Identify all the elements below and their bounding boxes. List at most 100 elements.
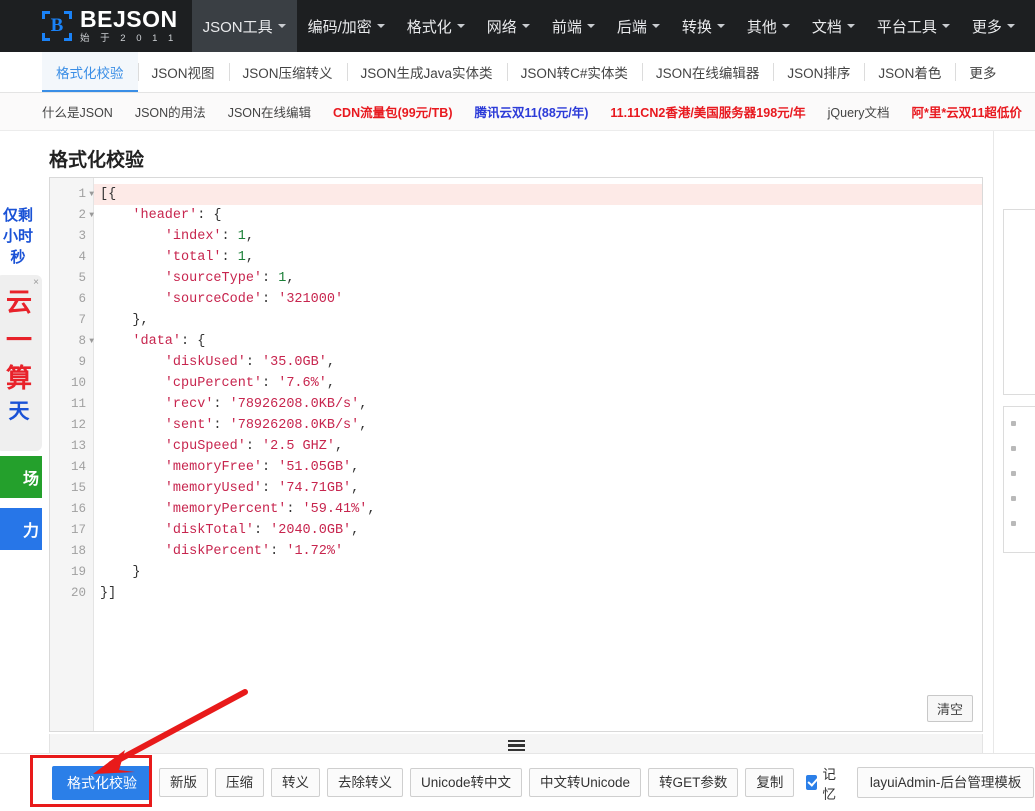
action-button-7[interactable]: 转GET参数 xyxy=(648,767,739,798)
main-menu-item-4[interactable]: 前端 xyxy=(541,0,606,52)
code-line[interactable]: 'header': { xyxy=(94,205,982,226)
main-menu-item-8[interactable]: 文档 xyxy=(801,0,866,52)
main-menu-item-5[interactable]: 后端 xyxy=(606,0,671,52)
promo-link-2[interactable]: JSON在线编辑 xyxy=(228,102,311,121)
tool-tab-7[interactable]: JSON着色 xyxy=(864,52,955,92)
code-line[interactable]: 'data': { xyxy=(94,331,982,352)
code-line[interactable]: 'memoryFree': '51.05GB', xyxy=(94,457,982,478)
tool-tab-label: JSON生成Java实体类 xyxy=(360,66,493,81)
code-line[interactable]: }, xyxy=(94,310,982,331)
action-button-5[interactable]: Unicode转中文 xyxy=(410,767,523,798)
code-line[interactable]: 'cpuSpeed': '2.5 GHZ', xyxy=(94,436,982,457)
tool-tab-1[interactable]: JSON视图 xyxy=(137,52,229,92)
memory-checkbox[interactable]: 记忆 xyxy=(806,763,841,803)
code-token-punc: } xyxy=(132,565,141,580)
tool-tab-2[interactable]: JSON压缩转义 xyxy=(228,52,347,92)
line-number: 16 xyxy=(50,499,93,520)
line-number-text: 2 xyxy=(78,208,86,222)
bejson-logo-icon: B xyxy=(42,11,72,41)
template-promo-button[interactable]: layuiAdmin-后台管理模板 xyxy=(856,766,1035,799)
countdown-ad[interactable]: 仅剩 小时 秒 xyxy=(0,205,42,268)
promo-link-1[interactable]: JSON的用法 xyxy=(135,102,206,121)
main-menu-label: 其他 xyxy=(746,18,777,36)
code-line[interactable]: [{ xyxy=(94,184,982,205)
code-token-punc: , xyxy=(359,397,368,412)
green-ad-banner[interactable]: 场 xyxy=(0,456,42,498)
main-menu-item-9[interactable]: 平台工具 xyxy=(866,0,961,52)
action-button-4[interactable]: 去除转义 xyxy=(327,767,403,798)
code-line[interactable]: 'diskTotal': '2040.0GB', xyxy=(94,520,982,541)
site-logo[interactable]: B BEJSON 始 于 2 0 1 1 xyxy=(0,0,192,52)
code-line[interactable]: 'memoryUsed': '74.71GB', xyxy=(94,478,982,499)
promo-link-5[interactable]: 11.11CN2香港/美国服务器198元/年 xyxy=(610,102,805,121)
code-line[interactable]: 'total': 1, xyxy=(94,247,982,268)
code-token-punc: }, xyxy=(132,313,149,328)
blue-ad-banner[interactable]: 力 xyxy=(0,508,42,550)
tool-tab-8[interactable]: 更多 xyxy=(955,52,1010,92)
main-menu-item-6[interactable]: 转换 xyxy=(671,0,736,52)
line-number-text: 10 xyxy=(70,376,86,390)
tool-tab-5[interactable]: JSON在线编辑器 xyxy=(641,52,774,92)
chevron-down-icon xyxy=(781,24,790,28)
code-line[interactable]: 'sourceType': 1, xyxy=(94,268,982,289)
main-menu: JSON工具 编码/加密 格式化 网络 前端 后端 转换 其他 文档 平台工具 更多 xyxy=(191,0,1026,52)
promo-link-4[interactable]: 腾讯云双11(88元/年) xyxy=(474,102,588,121)
code-token-punc: : xyxy=(286,502,303,517)
code-line[interactable]: } xyxy=(94,562,982,583)
cloud-ad-banner[interactable]: × 云 一 算 天 xyxy=(0,275,42,451)
code-token-punc: : xyxy=(213,397,230,412)
code-line[interactable]: 'diskUsed': '35.0GB', xyxy=(94,352,982,373)
json-editor[interactable]: 1 ▼ 2 ▼ 3 4 5 6 7 8 ▼ 9 10 11 12 13 14 15 16 17 18 19 20 [{ 'h… xyxy=(49,177,983,732)
promo-link-6[interactable]: jQuery文档 xyxy=(828,102,890,121)
code-token-str: '1.72%' xyxy=(286,544,344,559)
promo-link-3[interactable]: CDN流量包(99元/TB) xyxy=(333,102,452,121)
code-line[interactable]: 'sourceCode': '321000' xyxy=(94,289,982,310)
code-line[interactable]: 'index': 1, xyxy=(94,226,982,247)
line-number-text: 17 xyxy=(70,523,86,537)
code-token-punc: , xyxy=(351,523,360,538)
code-line[interactable]: 'cpuPercent': '7.6%', xyxy=(94,373,982,394)
main-menu-item-7[interactable]: 其他 xyxy=(736,0,801,52)
code-token-str: '2.5 GHZ' xyxy=(262,439,335,454)
code-token-key: 'cpuSpeed' xyxy=(164,439,246,454)
promo-link-0[interactable]: 什么是JSON xyxy=(42,102,113,121)
action-button-2[interactable]: 压缩 xyxy=(215,767,264,798)
main-menu-item-0[interactable]: JSON工具 xyxy=(191,0,297,52)
action-button-8[interactable]: 复制 xyxy=(745,767,795,798)
code-line[interactable]: 'diskPercent': '1.72%' xyxy=(94,541,982,562)
code-content[interactable]: [{ 'header': { 'index': 1, 'total': 1, '… xyxy=(94,178,982,731)
main-menu-item-10[interactable]: 更多 xyxy=(961,0,1026,52)
top-navigation-bar: B BEJSON 始 于 2 0 1 1 JSON工具 编码/加密 格式化 网络 前端 后… xyxy=(0,0,1035,52)
right-panel-upper[interactable] xyxy=(1003,209,1035,395)
tool-tab-3[interactable]: JSON生成Java实体类 xyxy=(346,52,507,92)
main-menu-item-2[interactable]: 格式化 xyxy=(396,0,476,52)
main-menu-item-1[interactable]: 编码/加密 xyxy=(297,0,396,52)
close-icon[interactable]: × xyxy=(33,277,39,288)
action-button-6[interactable]: 中文转Unicode xyxy=(529,767,642,798)
code-token-key: 'diskTotal' xyxy=(164,523,254,538)
code-line[interactable]: 'memoryPercent': '59.41%', xyxy=(94,499,982,520)
line-number: 20 xyxy=(50,583,93,604)
action-button-3[interactable]: 转义 xyxy=(271,767,320,798)
clear-button[interactable]: 清空 xyxy=(926,695,973,722)
action-button-1[interactable]: 新版 xyxy=(159,767,208,798)
tool-tab-6[interactable]: JSON排序 xyxy=(773,52,864,92)
promo-link-7[interactable]: 阿*里*云双11超低价 xyxy=(911,102,1021,121)
tool-tab-label: JSON视图 xyxy=(151,66,215,81)
tool-tab-label: 格式化校验 xyxy=(56,66,124,81)
main-menu-item-3[interactable]: 网络 xyxy=(476,0,541,52)
tool-tab-0[interactable]: 格式化校验 xyxy=(42,52,138,92)
code-line[interactable]: 'recv': '78926208.0KB/s', xyxy=(94,394,982,415)
right-panel-lower[interactable] xyxy=(1003,406,1035,553)
checkmark-icon[interactable] xyxy=(806,775,817,790)
code-token-punc: : xyxy=(213,418,230,433)
code-line[interactable]: }] xyxy=(94,583,982,604)
action-button-0[interactable]: 格式化校验 xyxy=(52,765,152,800)
tool-tab-4[interactable]: JSON转C#实体类 xyxy=(506,52,642,92)
code-line[interactable]: 'sent': '78926208.0KB/s', xyxy=(94,415,982,436)
